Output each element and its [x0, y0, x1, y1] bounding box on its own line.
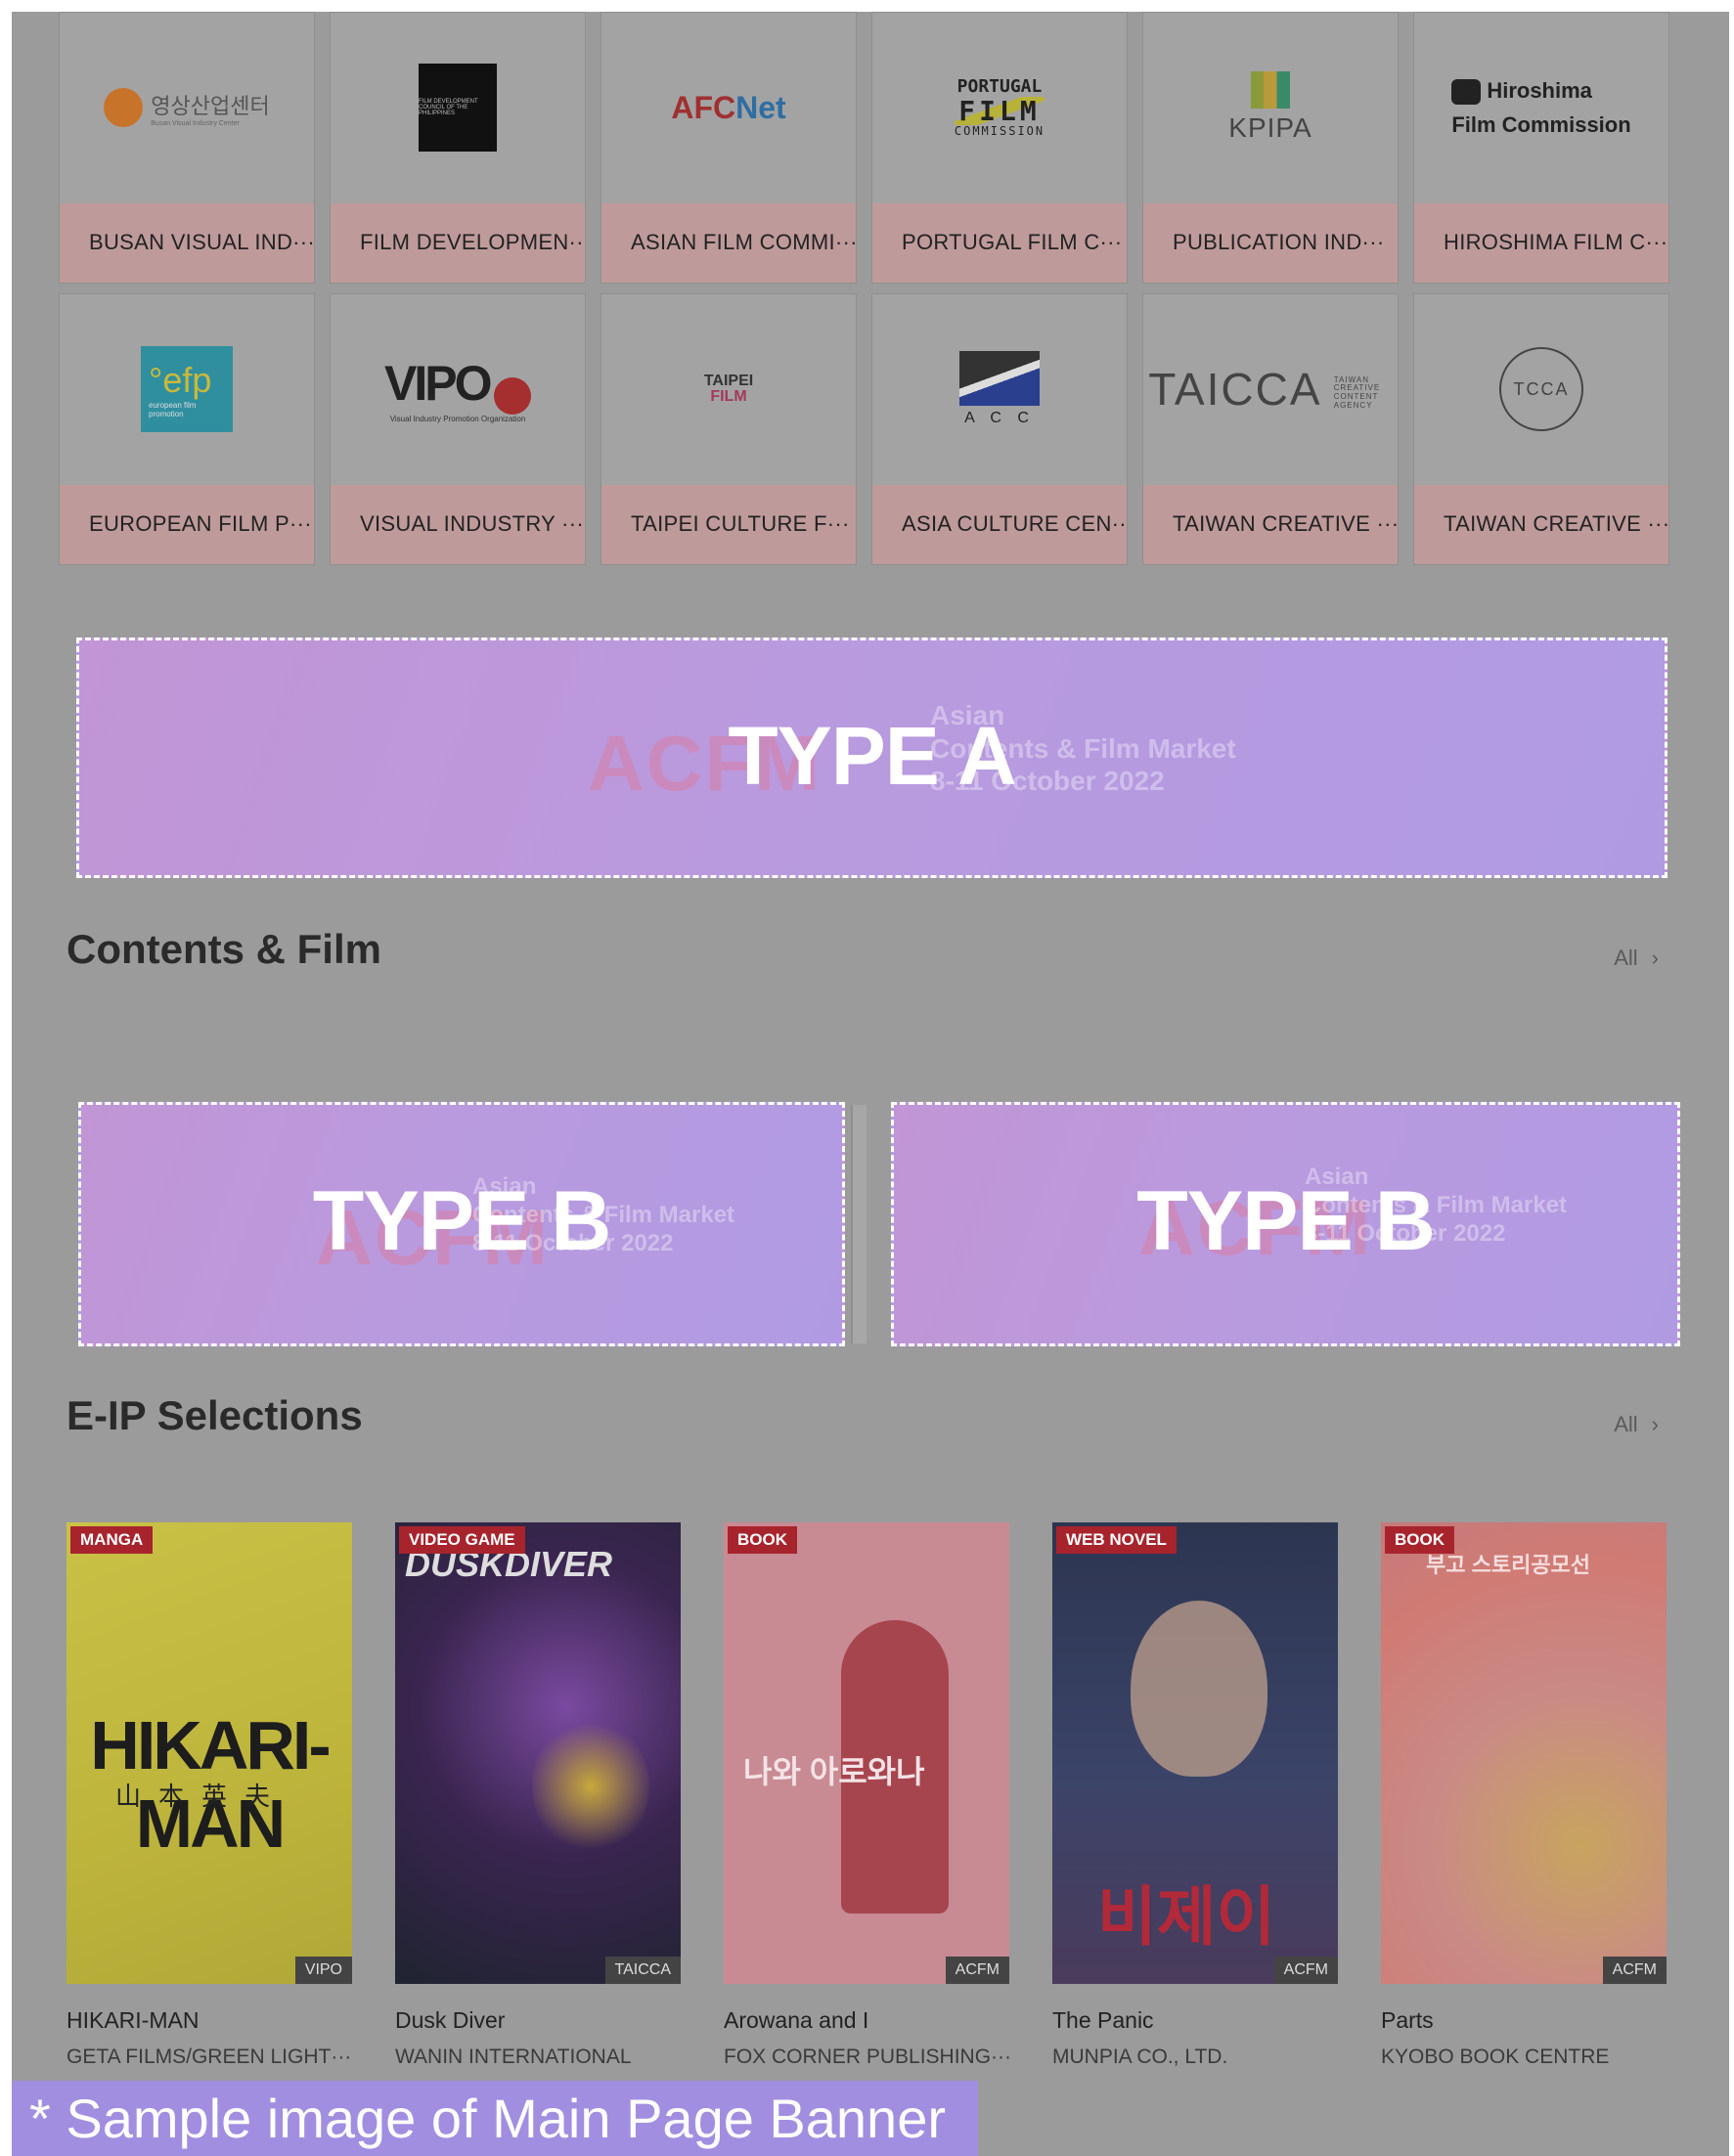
film-development-council-logo: FILM DEVELOPMENT COUNCIL OF THE PHILIPPI…	[331, 13, 585, 203]
eip-cover-image: DUSKDIVER VIDEO GAME TAICCA	[395, 1522, 681, 1984]
source-badge: ACFM	[1273, 1957, 1338, 1984]
eip-card[interactable]: HIKARI-MAN 山本英夫 MANGA VIPO HIKARI-MAN GE…	[67, 1522, 352, 2069]
org-name: BUSAN VISUAL IND···	[60, 202, 314, 283]
org-name: EUROPEAN FILM P···	[60, 484, 314, 564]
category-badge: BOOK	[728, 1526, 797, 1554]
busan-visual-industry-logo: 영상산업센터 Busan Visual Industry Center	[60, 13, 314, 203]
org-name: FILM DEVELOPMEN···	[331, 202, 585, 283]
camera-logo-icon	[1451, 79, 1482, 106]
eip-title: Dusk Diver	[395, 2007, 506, 2033]
org-name: TAIPEI CULTURE F···	[601, 484, 856, 564]
org-card[interactable]: TAIPEI FILM TAIPEI CULTURE F···	[600, 293, 857, 565]
org-card[interactable]: °efp european film promotion EUROPEAN FI…	[59, 293, 315, 565]
main-page-preview: 영상산업센터 Busan Visual Industry Center BUSA…	[12, 12, 1729, 2156]
hiroshima-film-commission-logo: Hiroshima Film Commission	[1451, 78, 1631, 138]
chevron-right-icon: ›	[1651, 1412, 1659, 1436]
kpipa-logo: KPIPA	[1143, 13, 1398, 203]
vipo-logo: VIPO Visual Industry Promotion Organizat…	[331, 294, 585, 485]
org-name: TAIWAN CREATIVE ···	[1414, 484, 1668, 564]
eip-card[interactable]: DUSKDIVER VIDEO GAME TAICCA Dusk Diver W…	[395, 1522, 681, 2069]
org-card[interactable]: TCCA TAIWAN CREATIVE ···	[1413, 293, 1669, 565]
contents-film-all-link[interactable]: All ›	[1614, 946, 1659, 971]
org-name: VISUAL INDUSTRY ···	[331, 484, 585, 564]
category-badge: WEB NOVEL	[1056, 1526, 1177, 1554]
eip-title: Parts	[1381, 2007, 1434, 2033]
asia-culture-centre-logo: A C C	[872, 294, 1127, 485]
eip-card[interactable]: 비제이 WEB NOVEL ACFM The Panic MUNPIA CO.,…	[1052, 1522, 1338, 2069]
red-dot-logo-icon	[493, 377, 531, 416]
eip-company: KYOBO BOOK CENTRE	[1381, 2046, 1610, 2068]
eip-card[interactable]: 나와 아로와나 BOOK ACFM Arowana and I FOX CORN…	[724, 1522, 1009, 2069]
section-title-eip: E-IP Selections	[67, 1392, 363, 1438]
sample-caption: * Sample image of Main Page Banner	[12, 2081, 978, 2156]
eip-title: The Panic	[1052, 2007, 1154, 2033]
org-card[interactable]: AFCNet ASIAN FILM COMMI···	[600, 12, 857, 284]
eip-card-list: HIKARI-MAN 山本英夫 MANGA VIPO HIKARI-MAN GE…	[67, 1522, 1667, 2069]
organization-grid: 영상산업센터 Busan Visual Industry Center BUSA…	[59, 12, 1682, 565]
eip-title: HIKARI-MAN	[67, 2007, 200, 2033]
eip-company: MUNPIA CO., LTD.	[1052, 2046, 1228, 2068]
banner-type-label: TYPE A	[728, 710, 1016, 802]
org-card[interactable]: A C C ASIA CULTURE CEN···	[871, 293, 1128, 565]
org-card[interactable]: 영상산업센터 Busan Visual Industry Center BUSA…	[59, 12, 315, 284]
eip-company: WANIN INTERNATIONAL	[395, 2046, 632, 2068]
org-card[interactable]: VIPO Visual Industry Promotion Organizat…	[330, 293, 586, 565]
taicca-logo: TAICCA TAIWAN CREATIVE CONTENT AGENCY	[1148, 364, 1381, 416]
book-logo-icon	[1251, 71, 1290, 110]
org-card[interactable]: TAICCA TAIWAN CREATIVE CONTENT AGENCY TA…	[1142, 293, 1399, 565]
efp-logo: °efp european film promotion	[60, 294, 314, 485]
eip-cover-image: 부고 스토리공모선 BOOK ACFM	[1381, 1522, 1667, 1984]
banner-type-label: TYPE B	[1136, 1174, 1436, 1268]
org-card[interactable]: PORTUGAL FILM COMMISSION PORTUGAL FILM C…	[871, 12, 1128, 284]
source-badge: ACFM	[1602, 1957, 1667, 1984]
cover-character-art	[1131, 1601, 1267, 1777]
category-badge: VIDEO GAME	[399, 1526, 525, 1554]
eip-company: FOX CORNER PUBLISHING···	[724, 2046, 1009, 2068]
org-card[interactable]: FILM DEVELOPMENT COUNCIL OF THE PHILIPPI…	[330, 12, 586, 284]
section-title-contents-film: Contents & Film	[67, 926, 381, 972]
source-badge: ACFM	[945, 1957, 1009, 1984]
chevron-right-icon: ›	[1651, 946, 1659, 970]
category-badge: BOOK	[1385, 1526, 1454, 1554]
taipei-film-commission-logo: TAIPEI FILM	[703, 373, 754, 406]
org-name: ASIA CULTURE CEN···	[872, 484, 1127, 564]
org-name: PORTUGAL FILM C···	[872, 202, 1127, 283]
org-name: ASIAN FILM COMMI···	[601, 202, 856, 283]
org-card[interactable]: KPIPA PUBLICATION IND···	[1142, 12, 1399, 284]
org-name: HIROSHIMA FILM C···	[1414, 202, 1668, 283]
banner-type-a[interactable]: ACFM Asian Contents & Film Market 8-11 O…	[76, 638, 1667, 878]
acc-emblem-icon	[959, 351, 1040, 407]
eip-cover-image: 비제이 WEB NOVEL ACFM	[1052, 1522, 1338, 1984]
gear-logo-icon	[104, 88, 144, 128]
eip-all-link[interactable]: All ›	[1614, 1412, 1659, 1437]
carousel-next-card-edge	[851, 1105, 867, 1343]
afcnet-logo: AFCNet	[671, 89, 786, 125]
tcca-circle-logo: TCCA	[1414, 294, 1668, 485]
org-name: TAIWAN CREATIVE ···	[1143, 484, 1398, 564]
eip-company: GETA FILMS/GREEN LIGHT···	[67, 2046, 352, 2068]
banner-type-b-right[interactable]: ACFM Asian Contents & Film Market 8-11 O…	[891, 1102, 1680, 1346]
eip-title: Arowana and I	[724, 2007, 869, 2033]
org-card[interactable]: Hiroshima Film Commission HIROSHIMA FILM…	[1413, 12, 1669, 284]
org-name: PUBLICATION IND···	[1143, 202, 1398, 283]
portugal-film-commission-logo: PORTUGAL FILM COMMISSION	[954, 75, 1045, 139]
cover-glow-art	[532, 1718, 649, 1855]
category-badge: MANGA	[70, 1526, 154, 1554]
banner-type-b-left[interactable]: ACFM Asian Contents & Film Market 8-11 O…	[78, 1102, 845, 1346]
eip-cover-image: HIKARI-MAN 山本英夫 MANGA VIPO	[67, 1522, 352, 1984]
eip-cover-image: 나와 아로와나 BOOK ACFM	[724, 1522, 1009, 1984]
eip-card[interactable]: 부고 스토리공모선 BOOK ACFM Parts KYOBO BOOK CEN…	[1381, 1522, 1667, 2069]
source-badge: TAICCA	[604, 1957, 681, 1984]
banner-type-label: TYPE B	[312, 1174, 612, 1268]
source-badge: VIPO	[294, 1957, 352, 1984]
